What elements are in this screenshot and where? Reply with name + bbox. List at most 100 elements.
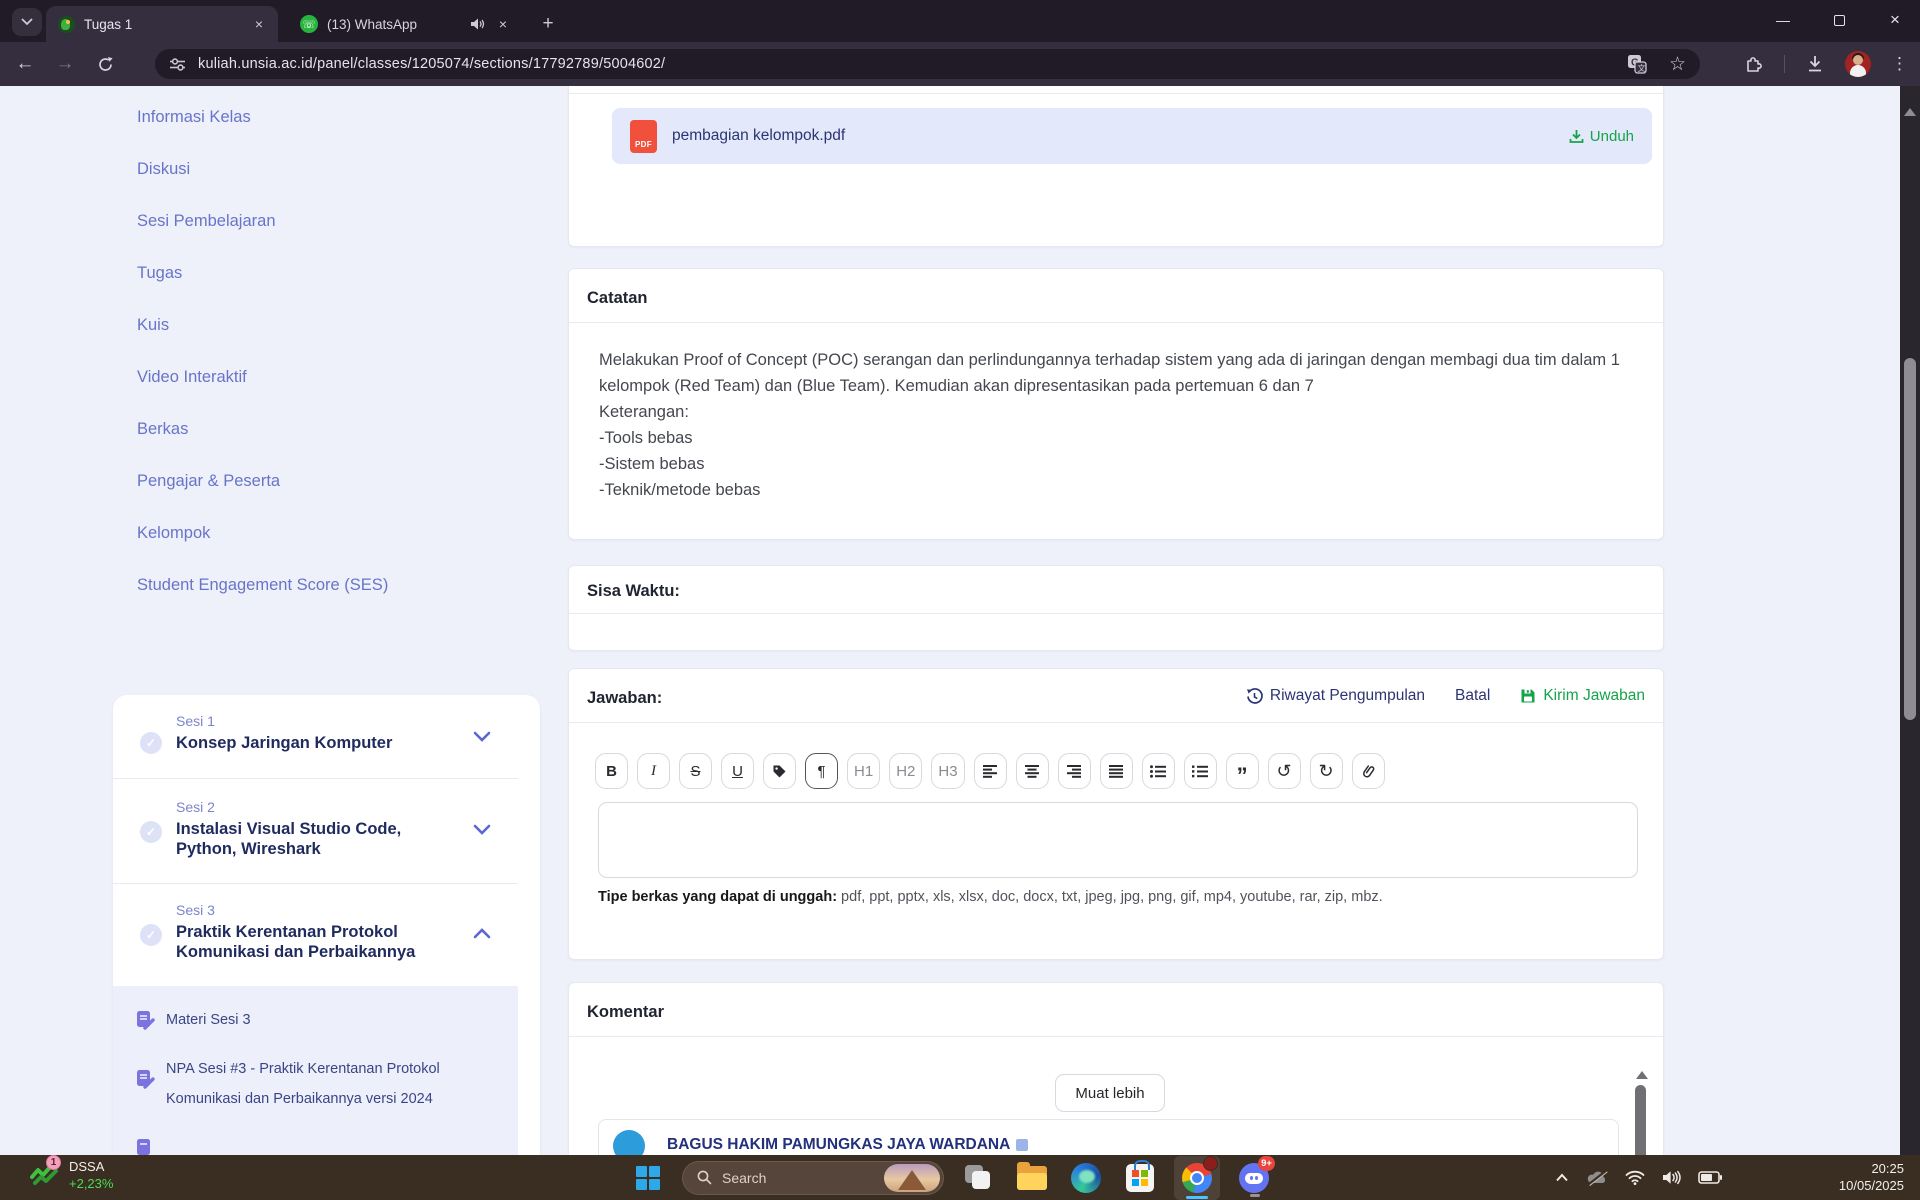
- sidebar-item-kuis[interactable]: Kuis: [137, 316, 388, 335]
- underline-button[interactable]: U: [721, 753, 754, 789]
- check-circle-icon: ✓: [140, 821, 162, 843]
- italic-button[interactable]: I: [637, 753, 670, 789]
- ordered-list-button[interactable]: [1184, 753, 1217, 789]
- volume-icon[interactable]: [1662, 1170, 1681, 1185]
- url-bar[interactable]: kuliah.unsia.ac.id/panel/classes/1205074…: [155, 49, 1700, 79]
- session-row-3[interactable]: ✓ Sesi 3 Praktik Kerentanan Protokol Kom…: [113, 884, 518, 986]
- sidebar-item-tugas[interactable]: Tugas: [137, 264, 388, 283]
- scroll-up-icon[interactable]: [1904, 108, 1916, 116]
- chevron-down-icon[interactable]: [473, 731, 491, 742]
- comment-scroll-up-icon[interactable]: [1636, 1071, 1648, 1079]
- h1-button[interactable]: H1: [847, 753, 880, 789]
- session-label: Sesi 3: [176, 902, 466, 918]
- tab-audio-icon[interactable]: [470, 17, 486, 31]
- attach-file-button[interactable]: [1352, 753, 1385, 789]
- comment-scrollbar-thumb[interactable]: [1635, 1085, 1646, 1155]
- editor-toolbar: B I S U ¶ H1 H2 H3: [595, 753, 1385, 789]
- h3-button[interactable]: H3: [931, 753, 964, 789]
- start-button[interactable]: [628, 1158, 668, 1198]
- sidebar-item-informasi-kelas[interactable]: Informasi Kelas: [137, 108, 388, 127]
- page-scrollbar-thumb[interactable]: [1904, 358, 1916, 720]
- sidebar-item-diskusi[interactable]: Diskusi: [137, 160, 388, 179]
- tab-close-icon[interactable]: ×: [494, 15, 512, 33]
- chevron-down-icon[interactable]: [473, 824, 491, 835]
- tag-icon: [772, 764, 787, 779]
- sub-item-npa[interactable]: NPA Sesi #3 - Praktik Kerentanan Protoko…: [166, 1054, 496, 1114]
- align-justify-button[interactable]: [1100, 753, 1133, 789]
- sidebar-item-kelompok[interactable]: Kelompok: [137, 524, 388, 543]
- browser-tab-tugas[interactable]: Tugas 1 ×: [46, 6, 278, 42]
- bookmark-star-icon[interactable]: ☆: [1669, 53, 1686, 76]
- task-view-button[interactable]: [958, 1158, 998, 1198]
- downloads-icon[interactable]: [1805, 54, 1825, 74]
- menu-kebab-icon[interactable]: ⋮: [1891, 54, 1908, 74]
- muat-lebih-button[interactable]: Muat lebih: [1055, 1074, 1165, 1112]
- redo-button[interactable]: ↻: [1310, 753, 1343, 789]
- svg-text:文: 文: [1637, 63, 1645, 73]
- page-scrollbar[interactable]: [1900, 86, 1920, 1155]
- align-right-button[interactable]: [1058, 753, 1091, 789]
- new-tab-button[interactable]: +: [534, 10, 562, 38]
- taskbar-search[interactable]: Search: [682, 1161, 944, 1195]
- align-left-button[interactable]: [974, 753, 1007, 789]
- sidebar-item-pengajar-peserta[interactable]: Pengajar & Peserta: [137, 472, 388, 491]
- edge-button[interactable]: [1066, 1158, 1106, 1198]
- microsoft-store-button[interactable]: [1120, 1158, 1160, 1198]
- sidebar-item-berkas[interactable]: Berkas: [137, 420, 388, 439]
- sidebar-item-ses[interactable]: Student Engagement Score (SES): [137, 576, 388, 595]
- search-highlight-image[interactable]: [884, 1164, 940, 1192]
- batal-button[interactable]: Batal: [1455, 687, 1490, 705]
- undo-button[interactable]: ↺: [1268, 753, 1301, 789]
- chevron-up-icon[interactable]: [473, 928, 491, 939]
- window-minimize-button[interactable]: —: [1768, 5, 1798, 35]
- download-button[interactable]: Unduh: [1569, 128, 1634, 145]
- battery-icon[interactable]: [1698, 1171, 1722, 1184]
- strikethrough-button[interactable]: S: [679, 753, 712, 789]
- wifi-icon[interactable]: [1625, 1170, 1645, 1185]
- browser-tab-whatsapp[interactable]: ☏ (13) WhatsApp ×: [286, 6, 522, 42]
- onedrive-icon[interactable]: [1586, 1170, 1608, 1186]
- discord-button[interactable]: 9+: [1234, 1158, 1274, 1198]
- site-info-icon[interactable]: [169, 57, 186, 72]
- chrome-button[interactable]: [1174, 1156, 1220, 1200]
- catatan-body: Melakukan Proof of Concept (POC) seranga…: [569, 323, 1663, 527]
- sub-item-materi[interactable]: Materi Sesi 3: [166, 1012, 251, 1028]
- bold-button[interactable]: B: [595, 753, 628, 789]
- taskbar-clock[interactable]: 20:25 10/05/2025: [1839, 1160, 1904, 1194]
- tab-search-button[interactable]: [12, 8, 42, 36]
- sidebar-item-sesi-pembelajaran[interactable]: Sesi Pembelajaran: [137, 212, 388, 231]
- session-row-1[interactable]: ✓ Sesi 1 Konsep Jaringan Komputer: [113, 695, 518, 778]
- session-label: Sesi 1: [176, 713, 392, 729]
- bullet-list-button[interactable]: [1142, 753, 1175, 789]
- sidebar-item-video-interaktif[interactable]: Video Interaktif: [137, 368, 388, 387]
- attachment-filename[interactable]: pembagian kelompok.pdf: [672, 127, 845, 145]
- window-maximize-button[interactable]: [1824, 5, 1854, 35]
- extensions-icon[interactable]: [1744, 54, 1764, 74]
- paragraph-button[interactable]: ¶: [805, 753, 838, 789]
- riwayat-pengumpulan-button[interactable]: Riwayat Pengumpulan: [1246, 687, 1425, 705]
- tray-chevron-up-icon[interactable]: [1555, 1173, 1569, 1182]
- blockquote-button[interactable]: ”: [1226, 753, 1259, 789]
- reload-button[interactable]: [90, 49, 120, 79]
- session-row-2[interactable]: ✓ Sesi 2 Instalasi Visual Studio Code, P…: [113, 779, 518, 883]
- translate-icon[interactable]: G文: [1627, 54, 1647, 74]
- browser-toolbar: ← → kuliah.unsia.ac.id/panel/classes/120…: [0, 42, 1920, 86]
- url-text[interactable]: kuliah.unsia.ac.id/panel/classes/1205074…: [198, 56, 665, 72]
- back-button[interactable]: ←: [10, 49, 40, 79]
- kirim-jawaban-button[interactable]: Kirim Jawaban: [1520, 687, 1645, 705]
- check-circle-icon: ✓: [140, 732, 162, 754]
- answer-textarea[interactable]: [598, 802, 1638, 878]
- forward-button[interactable]: →: [50, 49, 80, 79]
- ordered-list-icon: [1192, 765, 1208, 778]
- taskbar-stock-widget[interactable]: 1 DSSA +2,23%: [30, 1159, 113, 1191]
- profile-avatar[interactable]: [1845, 51, 1871, 77]
- edge-icon: [1071, 1163, 1101, 1193]
- tab-close-icon[interactable]: ×: [250, 15, 268, 33]
- tag-button[interactable]: [763, 753, 796, 789]
- h2-button[interactable]: H2: [889, 753, 922, 789]
- comment-item[interactable]: BAGUS HAKIM PAMUNGKAS JAYA WARDANA: [598, 1119, 1619, 1155]
- align-center-button[interactable]: [1016, 753, 1049, 789]
- file-explorer-button[interactable]: [1012, 1158, 1052, 1198]
- attachment-row[interactable]: PDF pembagian kelompok.pdf Unduh: [612, 108, 1652, 164]
- window-close-button[interactable]: ×: [1880, 5, 1910, 35]
